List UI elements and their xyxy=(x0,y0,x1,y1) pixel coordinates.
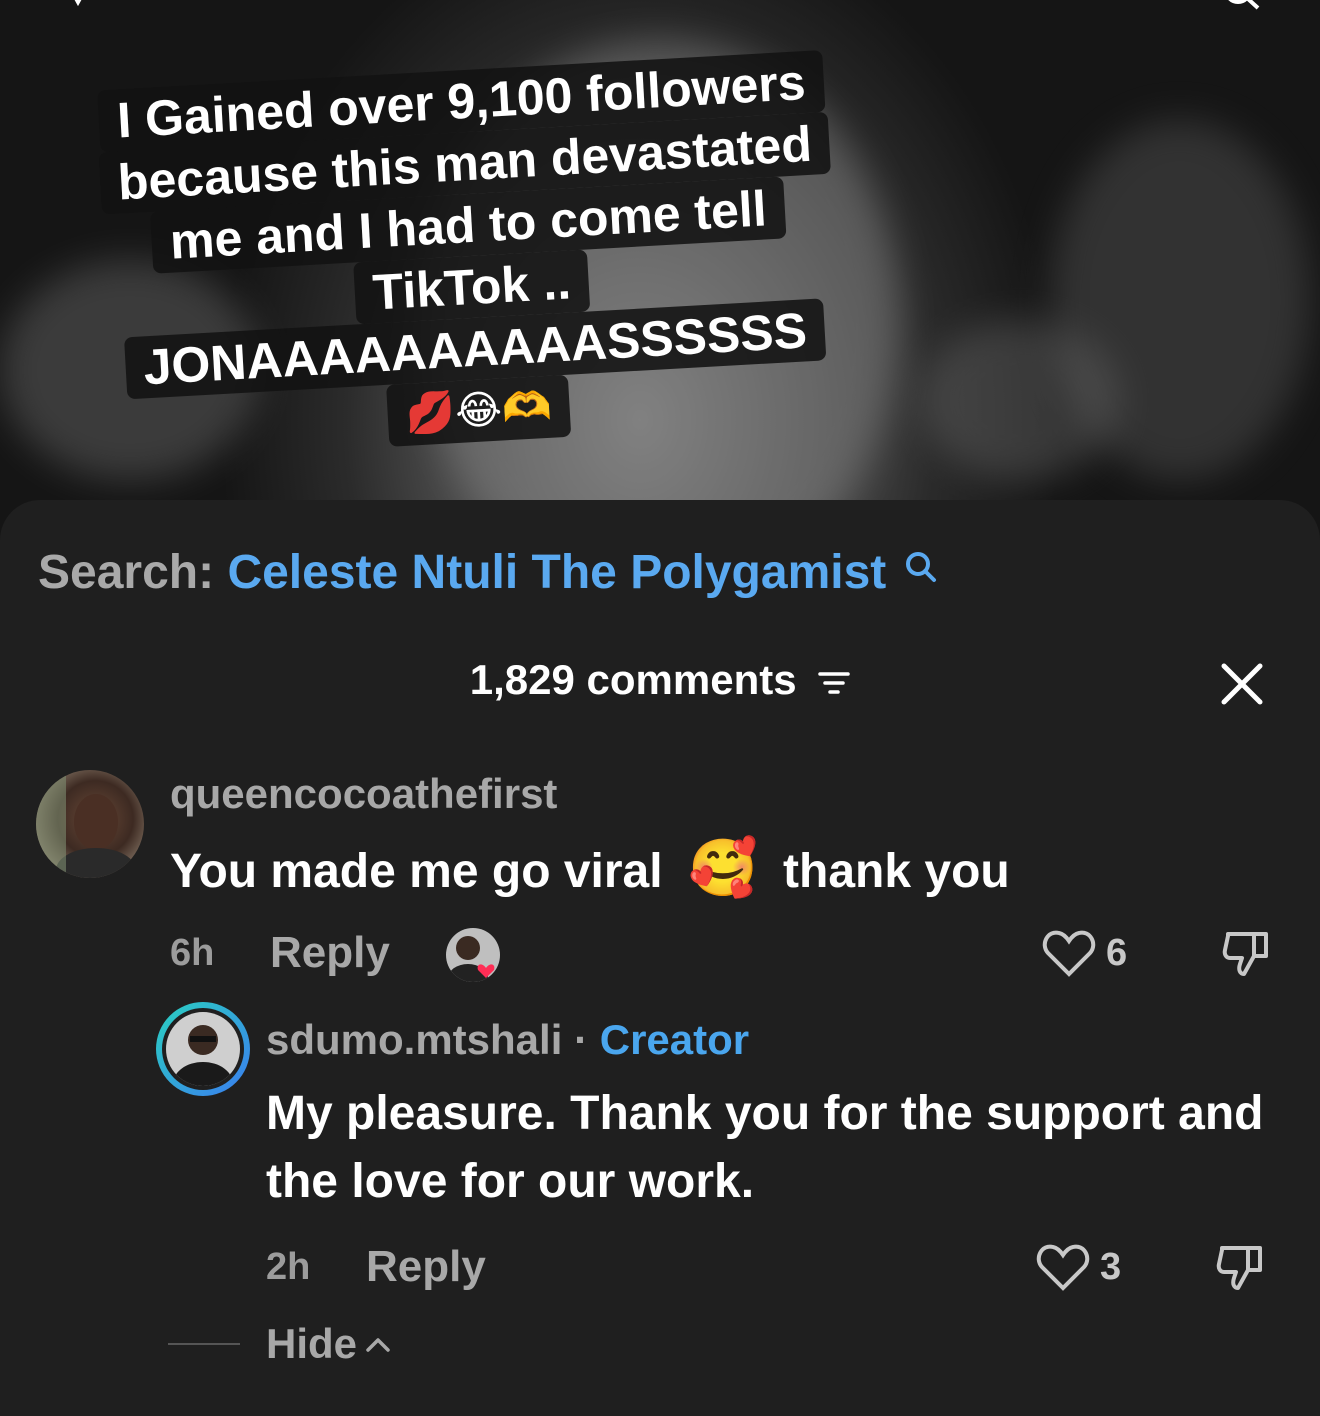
creator-avatar[interactable] xyxy=(156,1002,250,1096)
filter-icon[interactable] xyxy=(818,669,850,697)
caption-emojis: 💋😂🫶 xyxy=(385,374,572,447)
video-frame[interactable]: I Gained over 9,100 followers because th… xyxy=(0,0,1320,560)
creator-badge: Creator xyxy=(599,1016,750,1063)
avatar[interactable] xyxy=(36,770,144,878)
video-caption: I Gained over 9,100 followers because th… xyxy=(50,47,889,464)
reply-text: My pleasure. Thank you for the support a… xyxy=(266,1087,1264,1208)
comments-count-header: 1,829 comments xyxy=(0,656,1320,704)
reply-username-row: sdumo.mtshali · Creator xyxy=(266,1016,749,1064)
heart-icon[interactable] xyxy=(1042,930,1096,978)
search-icon[interactable] xyxy=(904,551,938,585)
search-term[interactable]: Celeste Ntuli The Polygamist xyxy=(227,546,886,599)
like-count: 3 xyxy=(1100,1246,1122,1288)
bg-blob xyxy=(920,320,1120,480)
reply-username[interactable]: sdumo.mtshali xyxy=(266,1016,562,1063)
back-chevron-icon[interactable] xyxy=(58,0,98,20)
hide-label[interactable]: Hide xyxy=(266,1320,357,1368)
search-prefix: Search: xyxy=(38,546,215,599)
creator-liked-avatar xyxy=(446,928,500,982)
reply-time: 2h xyxy=(266,1246,311,1288)
avatar-image-icon xyxy=(173,1025,233,1086)
avatar-photo xyxy=(166,1012,240,1086)
hide-replies[interactable]: Hide xyxy=(168,1320,393,1368)
comment-username[interactable]: queencocoathefirst xyxy=(170,770,557,818)
search-top-icon[interactable] xyxy=(1222,0,1262,20)
dislike-icon[interactable] xyxy=(1220,928,1272,980)
comment-time: 6h xyxy=(170,932,215,974)
close-icon[interactable] xyxy=(1218,660,1266,708)
divider xyxy=(168,1343,240,1345)
creator-heart-icon xyxy=(448,936,495,982)
separator: · xyxy=(574,1016,589,1063)
avatar-image-icon xyxy=(36,770,136,878)
comment-text: You made me go viral 🥰 thank you xyxy=(170,834,1010,906)
comment-text-part: thank you xyxy=(783,845,1010,898)
reply-button[interactable]: Reply xyxy=(366,1242,486,1292)
like-count: 6 xyxy=(1106,932,1128,974)
heart-icon[interactable] xyxy=(1036,1244,1090,1292)
chevron-up-icon[interactable] xyxy=(363,1332,393,1356)
avatar-inner xyxy=(162,1008,244,1090)
dislike-icon[interactable] xyxy=(1214,1242,1266,1294)
comment-text-part: You made me go viral xyxy=(170,845,663,898)
comments-count: 1,829 comments xyxy=(469,656,797,703)
reply-button[interactable]: Reply xyxy=(270,928,390,978)
comment-emoji: 🥰 xyxy=(687,836,758,899)
search-suggestion[interactable]: Search: Celeste Ntuli The Polygamist xyxy=(38,545,938,600)
